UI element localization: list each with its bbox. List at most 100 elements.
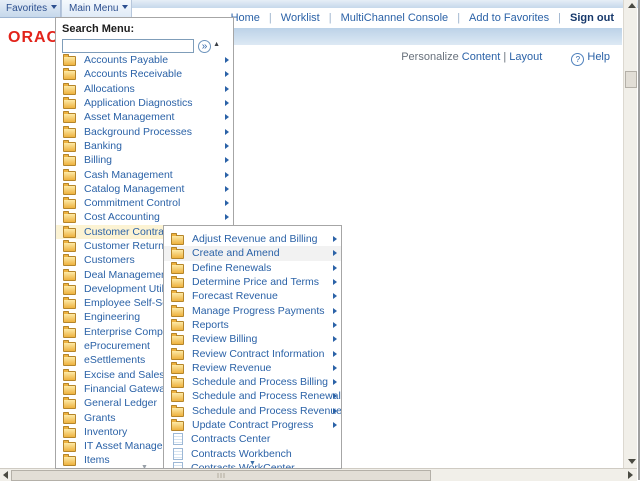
submenu-arrow-icon <box>225 214 229 220</box>
folder-icon <box>63 456 76 466</box>
scrollbar-left-icon[interactable] <box>3 471 8 479</box>
submenu-item-label: Contracts Center <box>191 433 341 445</box>
submenu-item[interactable]: Schedule and Process Billing <box>164 375 341 389</box>
scroll-down-icon[interactable]: ▼ <box>249 460 256 467</box>
chevron-down-icon <box>122 5 128 9</box>
submenu-item[interactable]: Schedule and Process Renewals <box>164 389 341 403</box>
help-link[interactable]: ?Help <box>571 51 610 63</box>
folder-icon <box>171 407 184 417</box>
menu-item[interactable]: Cash Management <box>56 167 233 181</box>
folder-icon <box>63 385 76 395</box>
menu-item[interactable]: Accounts Receivable <box>56 67 233 81</box>
scrollbar-down-icon[interactable] <box>628 459 636 464</box>
submenu-item[interactable]: Contracts Workbench <box>164 446 341 460</box>
submenu-item[interactable]: Create and Amend <box>164 246 341 260</box>
submenu-item-label: Schedule and Process Revenue <box>192 405 341 417</box>
submenu-item[interactable]: Review Revenue <box>164 361 341 375</box>
scrollbar-up-icon[interactable] <box>628 3 636 8</box>
folder-icon <box>63 56 76 66</box>
header-nav-link[interactable]: Worklist <box>281 12 341 24</box>
submenu-arrow-icon <box>333 236 337 242</box>
header-nav-link[interactable]: MultiChannel Console <box>341 12 469 24</box>
submenu-arrow-icon <box>225 129 229 135</box>
submenu-arrow-icon <box>225 71 229 77</box>
folder-icon <box>63 128 76 138</box>
menu-item[interactable]: Banking <box>56 139 233 153</box>
scroll-down-icon[interactable]: ▼ <box>141 464 148 469</box>
folder-icon <box>63 299 76 309</box>
menu-item[interactable]: Cost Accounting <box>56 210 233 224</box>
submenu-arrow-icon <box>225 86 229 92</box>
sign-out-link[interactable]: Sign out <box>570 12 614 24</box>
submenu-item-label: Review Revenue <box>192 362 341 374</box>
personalize-content-link[interactable]: Content <box>462 51 501 63</box>
folder-icon <box>171 378 184 388</box>
tab-favorites[interactable]: Favorites <box>0 0 61 18</box>
submenu-arrow-icon <box>333 422 337 428</box>
submenu-arrow-icon <box>225 157 229 163</box>
horizontal-scrollbar[interactable] <box>0 468 637 481</box>
submenu-item[interactable]: Define Renewals <box>164 261 341 275</box>
folder-icon <box>63 371 76 381</box>
header-nav-link[interactable]: Add to Favorites <box>469 12 570 24</box>
submenu-item[interactable]: Schedule and Process Revenue <box>164 404 341 418</box>
submenu-item[interactable]: Forecast Revenue <box>164 289 341 303</box>
submenu-arrow-icon <box>333 351 337 357</box>
submenu-item-label: Contracts Workbench <box>191 448 341 460</box>
folder-icon <box>63 399 76 409</box>
folder-icon <box>63 271 76 281</box>
folder-icon <box>171 421 184 431</box>
folder-icon <box>63 428 76 438</box>
menu-item[interactable]: Background Processes <box>56 124 233 138</box>
folder-icon <box>171 235 184 245</box>
submenu-item[interactable]: Determine Price and Terms <box>164 275 341 289</box>
menu-item-label: Commitment Control <box>84 197 233 209</box>
submenu-arrow-icon <box>333 393 337 399</box>
help-label: Help <box>587 51 610 63</box>
chevron-down-icon <box>51 5 57 9</box>
menu-item[interactable]: Commitment Control <box>56 196 233 210</box>
submenu-item[interactable]: Review Billing <box>164 332 341 346</box>
tab-main-menu[interactable]: Main Menu <box>61 0 132 17</box>
submenu-item-label: Reports <box>192 319 341 331</box>
submenu-item[interactable]: Contracts Center <box>164 432 341 446</box>
submenu-item[interactable]: Review Contract Information <box>164 346 341 360</box>
folder-icon <box>171 307 184 317</box>
menu-item[interactable]: Catalog Management <box>56 182 233 196</box>
submenu-item[interactable]: Reports <box>164 318 341 332</box>
submenu-arrow-icon <box>333 336 337 342</box>
folder-icon <box>63 356 76 366</box>
horizontal-scrollbar-thumb[interactable] <box>11 470 431 481</box>
folder-icon <box>63 85 76 95</box>
folder-icon <box>63 328 76 338</box>
submenu-arrow-icon <box>225 186 229 192</box>
submenu-arrow-icon <box>333 322 337 328</box>
submenu-item[interactable]: Adjust Revenue and Billing <box>164 232 341 246</box>
vertical-scrollbar[interactable] <box>623 0 637 468</box>
folder-icon <box>171 278 184 288</box>
search-input[interactable] <box>62 39 194 53</box>
header-nav-link[interactable]: Home <box>231 12 281 24</box>
menu-item[interactable]: Allocations <box>56 82 233 96</box>
submenu-item[interactable]: Manage Progress Payments <box>164 303 341 317</box>
scroll-up-icon[interactable]: ▲ <box>213 41 220 48</box>
menu-item[interactable]: Application Diagnostics <box>56 96 233 110</box>
scrollbar-right-icon[interactable] <box>628 471 633 479</box>
submenu-arrow-icon <box>333 265 337 271</box>
folder-icon <box>171 264 184 274</box>
menu-item[interactable]: Asset Management <box>56 110 233 124</box>
menu-item[interactable]: Accounts Payable <box>56 53 233 67</box>
submenu-item[interactable]: Update Contract Progress <box>164 418 341 432</box>
submenu-item-label: Define Renewals <box>192 262 341 274</box>
menu-item[interactable]: Billing <box>56 153 233 167</box>
vertical-scrollbar-thumb[interactable] <box>625 71 637 88</box>
submenu-arrow-icon <box>225 200 229 206</box>
folder-icon <box>63 142 76 152</box>
menu-item-label: Catalog Management <box>84 183 233 195</box>
folder-icon <box>63 213 76 223</box>
search-go-button[interactable]: » <box>198 40 211 53</box>
doc-icon <box>173 448 183 460</box>
layout-link[interactable]: Layout <box>509 51 542 63</box>
submenu-arrow-icon <box>333 308 337 314</box>
submenu-arrow-icon <box>225 100 229 106</box>
